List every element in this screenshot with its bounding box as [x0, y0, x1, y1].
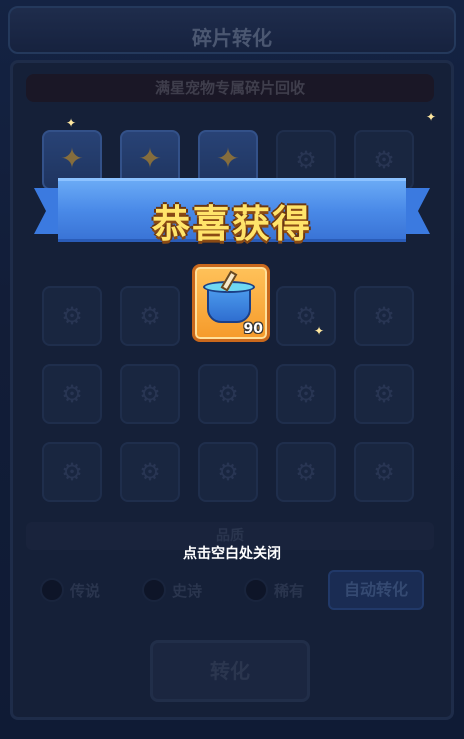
sparkle-icon: ✦	[66, 116, 77, 130]
overlay-backdrop[interactable]	[0, 0, 464, 739]
sparkle-icon: ✦	[314, 324, 325, 338]
sparkle-icon: ✦	[426, 110, 437, 124]
reward-title: 恭喜获得	[151, 202, 312, 246]
reward-count: 90	[243, 321, 263, 337]
reward-ribbon: 恭喜获得	[34, 176, 430, 252]
ribbon-body: 恭喜获得	[58, 178, 406, 246]
close-hint: 点击空白处关闭	[183, 546, 281, 562]
reward-item[interactable]: 90	[192, 264, 270, 342]
